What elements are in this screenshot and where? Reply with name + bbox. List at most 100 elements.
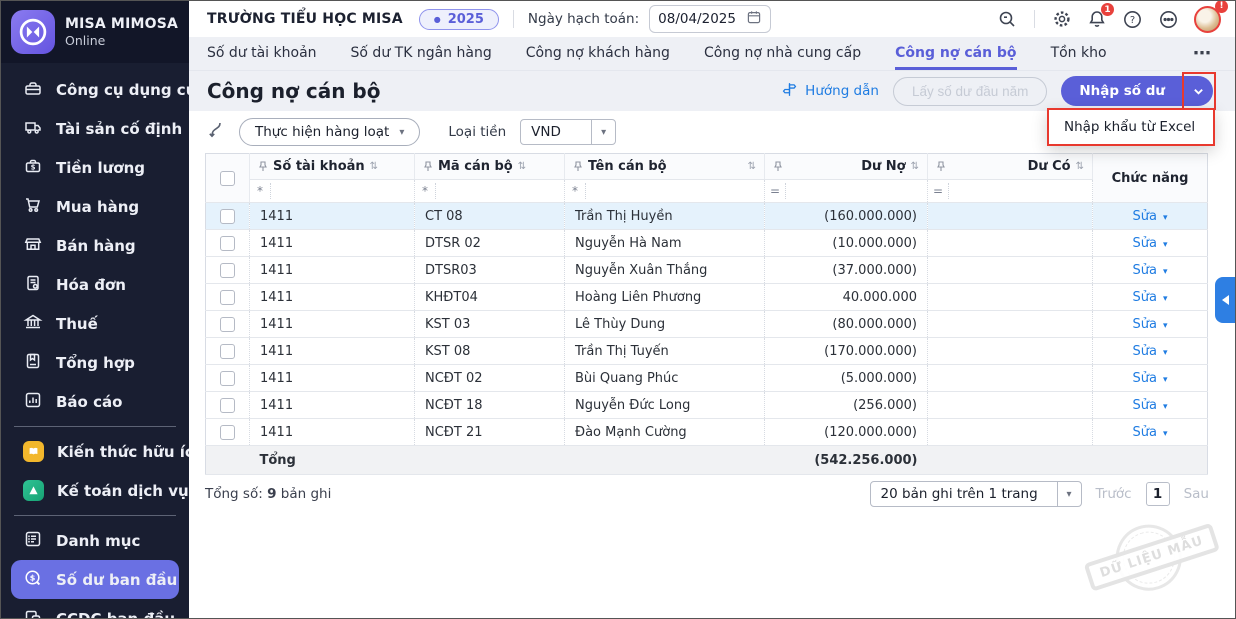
column-header-credit[interactable]: Dư Có⇅ bbox=[928, 154, 1093, 180]
cell-account: 1411 bbox=[250, 230, 415, 257]
import-balance-button[interactable]: Nhập số dư bbox=[1061, 76, 1183, 106]
cell-code: CT 08 bbox=[415, 203, 565, 230]
filter-debit[interactable]: = bbox=[765, 180, 928, 203]
column-header-account[interactable]: Số tài khoản⇅ bbox=[250, 154, 415, 180]
sidebar-item-tong-hop[interactable]: Tổng hợp bbox=[1, 343, 189, 382]
row-checkbox[interactable] bbox=[220, 263, 235, 278]
filter-account[interactable]: * bbox=[250, 180, 415, 203]
edit-link[interactable]: Sửa▾ bbox=[1133, 290, 1168, 305]
edit-link[interactable]: Sửa▾ bbox=[1133, 236, 1168, 251]
current-page-number[interactable]: 1 bbox=[1146, 482, 1170, 506]
sidebar-item-label: Báo cáo bbox=[56, 393, 122, 411]
row-checkbox[interactable] bbox=[220, 236, 235, 251]
tab-so-du-tai-khoan[interactable]: Số dư tài khoản bbox=[207, 37, 317, 70]
sidebar-item-thue[interactable]: Thuế bbox=[1, 304, 189, 343]
sidebar-item-tien-luong[interactable]: $ Tiền lương bbox=[1, 148, 189, 187]
row-checkbox[interactable] bbox=[220, 425, 235, 440]
table-row[interactable]: 1411 NCĐT 21 Đào Mạnh Cường (120.000.000… bbox=[206, 419, 1208, 446]
row-checkbox[interactable] bbox=[220, 398, 235, 413]
edit-link[interactable]: Sửa▾ bbox=[1133, 209, 1168, 224]
table-row[interactable]: 1411 KST 03 Lê Thùy Dung (80.000.000) Sử… bbox=[206, 311, 1208, 338]
sidebar-item-danh-muc[interactable]: Danh mục bbox=[1, 521, 189, 560]
svg-text:$: $ bbox=[31, 163, 36, 171]
edit-link[interactable]: Sửa▾ bbox=[1133, 263, 1168, 278]
table-row[interactable]: 1411 NCĐT 02 Bùi Quang Phúc (5.000.000) … bbox=[206, 365, 1208, 392]
calendar-icon[interactable] bbox=[746, 9, 762, 29]
menu-item-import-from-excel[interactable]: Nhập khẩu từ Excel bbox=[1047, 108, 1215, 146]
help-icon[interactable]: ? bbox=[1122, 9, 1143, 30]
cell-action: Sửa▾ bbox=[1093, 338, 1208, 365]
logo-block[interactable]: MISA MIMOSA Online bbox=[1, 1, 189, 63]
tab-cong-no-can-bo[interactable]: Công nợ cán bộ bbox=[895, 37, 1016, 70]
table-row[interactable]: 1411 DTSR03 Nguyễn Xuân Thắng (37.000.00… bbox=[206, 257, 1208, 284]
posting-date-input[interactable]: 08/04/2025 bbox=[649, 5, 771, 33]
table-row[interactable]: 1411 KHĐT04 Hoàng Liên Phương 40.000.000… bbox=[206, 284, 1208, 311]
currency-select[interactable]: VND ▾ bbox=[520, 119, 616, 145]
column-header-code[interactable]: Mã cán bộ⇅ bbox=[415, 154, 565, 180]
tab-so-du-tk-ngan-hang[interactable]: Số dư TK ngân hàng bbox=[351, 37, 492, 70]
prev-page-button[interactable]: Trước bbox=[1096, 486, 1132, 502]
gear-icon[interactable] bbox=[1052, 9, 1072, 29]
sidebar-item-hoa-don[interactable]: Hóa đơn bbox=[1, 265, 189, 304]
tab-cong-no-nha-cung-cap[interactable]: Công nợ nhà cung cấp bbox=[704, 37, 861, 70]
sidebar-item-bao-cao[interactable]: Báo cáo bbox=[1, 382, 189, 421]
edit-link[interactable]: Sửa▾ bbox=[1133, 398, 1168, 413]
filter-input[interactable] bbox=[785, 183, 927, 198]
sidebar-item-mua-hang[interactable]: Mua hàng bbox=[1, 187, 189, 226]
sidebar-item-ban-hang[interactable]: Bán hàng bbox=[1, 226, 189, 265]
cell-debit: (120.000.000) bbox=[765, 419, 928, 446]
cell-name: Đào Mạnh Cường bbox=[565, 419, 765, 446]
tabs-overflow-icon[interactable]: ⋯ bbox=[1193, 37, 1211, 70]
page-size-select[interactable]: 20 bản ghi trên 1 trang ▾ bbox=[870, 481, 1082, 507]
table-row[interactable]: 1411 NCĐT 18 Nguyễn Đức Long (256.000) S… bbox=[206, 392, 1208, 419]
app-edition: Online bbox=[65, 33, 178, 48]
select-all-checkbox[interactable] bbox=[220, 171, 235, 186]
row-checkbox[interactable] bbox=[220, 344, 235, 359]
column-header-name[interactable]: Tên cán bộ⇅ bbox=[565, 154, 765, 180]
cell-debit: (37.000.000) bbox=[765, 257, 928, 284]
edit-link[interactable]: Sửa▾ bbox=[1133, 371, 1168, 386]
tab-cong-no-khach-hang[interactable]: Công nợ khách hàng bbox=[526, 37, 670, 70]
filter-name[interactable]: * bbox=[565, 180, 765, 203]
filter-code[interactable]: * bbox=[415, 180, 565, 203]
row-checkbox[interactable] bbox=[220, 371, 235, 386]
cell-code: DTSR03 bbox=[415, 257, 565, 284]
import-balance-dropdown-toggle[interactable] bbox=[1183, 76, 1213, 106]
collapse-panel-handle[interactable] bbox=[1215, 277, 1235, 323]
table-row[interactable]: 1411 DTSR 02 Nguyễn Hà Nam (10.000.000) … bbox=[206, 230, 1208, 257]
filter-input[interactable] bbox=[270, 183, 414, 198]
filter-input[interactable] bbox=[948, 183, 1092, 198]
sidebar-item-cong-cu-dung-cu[interactable]: Công cụ dụng cụ bbox=[1, 70, 189, 109]
chart-icon bbox=[23, 390, 43, 414]
more-options-icon[interactable] bbox=[1158, 9, 1179, 30]
edit-link[interactable]: Sửa▾ bbox=[1133, 425, 1168, 440]
guide-link[interactable]: Hướng dẫn bbox=[781, 81, 879, 102]
row-checkbox[interactable] bbox=[220, 290, 235, 305]
column-header-debit[interactable]: Dư Nợ⇅ bbox=[765, 154, 928, 180]
filter-input[interactable] bbox=[585, 183, 764, 198]
drilldown-arrow-icon[interactable] bbox=[205, 120, 225, 144]
row-checkbox[interactable] bbox=[220, 317, 235, 332]
filter-input[interactable] bbox=[435, 183, 564, 198]
row-checkbox[interactable] bbox=[220, 209, 235, 224]
sidebar-item-so-du-ban-dau[interactable]: $ Số dư ban đầu bbox=[11, 560, 179, 599]
search-icon[interactable] bbox=[997, 9, 1017, 29]
fiscal-year-badge[interactable]: ●2025 bbox=[419, 9, 499, 30]
organization-name: TRƯỜNG TIỂU HỌC MISA bbox=[207, 11, 403, 27]
table-row[interactable]: 1411 KST 08 Trần Thị Tuyến (170.000.000)… bbox=[206, 338, 1208, 365]
filter-credit[interactable]: = bbox=[928, 180, 1093, 203]
sidebar-item-ke-toan-dich-vu[interactable]: Kế toán dịch vụ bbox=[1, 471, 189, 510]
user-avatar[interactable]: ! bbox=[1194, 6, 1221, 33]
get-opening-balance-button[interactable]: Lấy số dư đầu năm bbox=[893, 77, 1047, 106]
sidebar-item-tai-san-co-dinh[interactable]: Tài sản cố định bbox=[1, 109, 189, 148]
edit-link[interactable]: Sửa▾ bbox=[1133, 344, 1168, 359]
edit-link[interactable]: Sửa▾ bbox=[1133, 317, 1168, 332]
invoice-icon bbox=[23, 273, 43, 297]
tab-ton-kho[interactable]: Tồn kho bbox=[1051, 37, 1107, 70]
next-page-button[interactable]: Sau bbox=[1184, 486, 1209, 502]
sidebar-item-kien-thuc-huu-ich[interactable]: Kiến thức hữu ích bbox=[1, 432, 189, 471]
sidebar-item-ccdc-ban-dau[interactable]: CCDC ban đầu bbox=[1, 599, 189, 619]
table-row[interactable]: 1411 CT 08 Trần Thị Huyền (160.000.000) … bbox=[206, 203, 1208, 230]
bulk-action-dropdown[interactable]: Thực hiện hàng loạt▾ bbox=[239, 118, 420, 146]
bell-icon[interactable]: 1 bbox=[1087, 9, 1107, 29]
